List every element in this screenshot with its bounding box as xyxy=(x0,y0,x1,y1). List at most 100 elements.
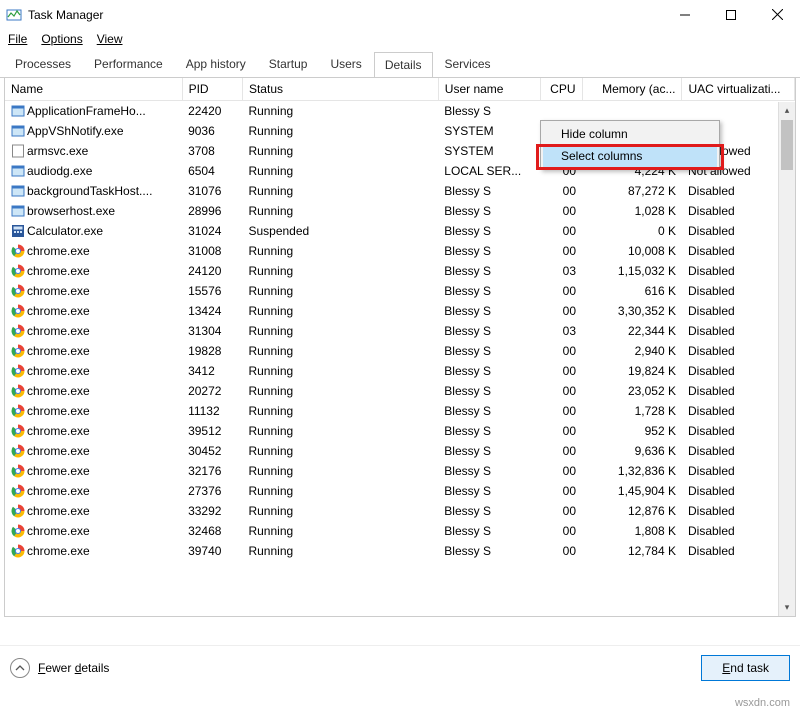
cell-status: Running xyxy=(242,461,438,481)
table-row[interactable]: chrome.exe39740RunningBlessy S0012,784 K… xyxy=(5,541,795,561)
cell-memory: 19,824 K xyxy=(582,361,682,381)
scroll-thumb[interactable] xyxy=(781,120,793,170)
cell-pid: 22420 xyxy=(182,101,242,122)
scroll-up-button[interactable]: ▴ xyxy=(779,102,795,119)
cell-memory: 952 K xyxy=(582,421,682,441)
process-name: armsvc.exe xyxy=(27,144,88,158)
process-icon xyxy=(11,144,25,158)
process-name: chrome.exe xyxy=(27,384,90,398)
cell-cpu: 03 xyxy=(540,261,582,281)
table-row[interactable]: chrome.exe3412RunningBlessy S0019,824 KD… xyxy=(5,361,795,381)
cell-memory: 1,45,904 K xyxy=(582,481,682,501)
tab-startup[interactable]: Startup xyxy=(258,51,319,77)
cell-pid: 11132 xyxy=(182,401,242,421)
menu-view[interactable]: View xyxy=(97,32,123,46)
cell-pid: 32176 xyxy=(182,461,242,481)
table-row[interactable]: backgroundTaskHost....31076RunningBlessy… xyxy=(5,181,795,201)
table-row[interactable]: chrome.exe39512RunningBlessy S00952 KDis… xyxy=(5,421,795,441)
table-row[interactable]: chrome.exe30452RunningBlessy S009,636 KD… xyxy=(5,441,795,461)
process-name: chrome.exe xyxy=(27,524,90,538)
table-row[interactable]: chrome.exe31304RunningBlessy S0322,344 K… xyxy=(5,321,795,341)
cell-cpu: 00 xyxy=(540,501,582,521)
process-icon xyxy=(11,244,25,258)
process-icon xyxy=(11,464,25,478)
cell-memory: 12,784 K xyxy=(582,541,682,561)
cell-user: LOCAL SER... xyxy=(438,161,540,181)
column-header-name[interactable]: Name xyxy=(5,78,182,101)
context-item-select-columns[interactable]: Select columns xyxy=(543,145,717,167)
column-header-cpu[interactable]: CPU xyxy=(540,78,582,101)
process-name: chrome.exe xyxy=(27,544,90,558)
cell-pid: 6504 xyxy=(182,161,242,181)
fewer-details-toggle[interactable]: Fewer details xyxy=(10,658,109,678)
column-context-menu: Hide column Select columns xyxy=(540,120,720,170)
cell-memory: 22,344 K xyxy=(582,321,682,341)
menu-options[interactable]: Options xyxy=(41,32,82,46)
table-row[interactable]: ApplicationFrameHo...22420RunningBlessy … xyxy=(5,101,795,122)
vertical-scrollbar[interactable]: ▴ ▾ xyxy=(778,102,795,616)
table-row[interactable]: chrome.exe27376RunningBlessy S001,45,904… xyxy=(5,481,795,501)
table-row[interactable]: chrome.exe15576RunningBlessy S00616 KDis… xyxy=(5,281,795,301)
column-header-username[interactable]: User name xyxy=(438,78,540,101)
column-header-pid[interactable]: PID xyxy=(182,78,242,101)
tab-users[interactable]: Users xyxy=(319,51,372,77)
context-item-hide-column[interactable]: Hide column xyxy=(543,123,717,145)
process-icon xyxy=(11,364,25,378)
tab-performance[interactable]: Performance xyxy=(83,51,174,77)
table-row[interactable]: browserhost.exe28996RunningBlessy S001,0… xyxy=(5,201,795,221)
table-row[interactable]: chrome.exe33292RunningBlessy S0012,876 K… xyxy=(5,501,795,521)
column-header-row: Name PID Status User name CPU Memory (ac… xyxy=(5,78,795,101)
cell-user: Blessy S xyxy=(438,241,540,261)
cell-cpu: 00 xyxy=(540,541,582,561)
cell-pid: 30452 xyxy=(182,441,242,461)
column-header-status[interactable]: Status xyxy=(242,78,438,101)
table-row[interactable]: chrome.exe13424RunningBlessy S003,30,352… xyxy=(5,301,795,321)
cell-user: Blessy S xyxy=(438,101,540,122)
cell-pid: 9036 xyxy=(182,121,242,141)
cell-status: Running xyxy=(242,321,438,341)
cell-pid: 3412 xyxy=(182,361,242,381)
maximize-button[interactable] xyxy=(708,0,754,30)
scroll-down-button[interactable]: ▾ xyxy=(779,599,795,616)
process-icon xyxy=(11,424,25,438)
column-header-memory[interactable]: Memory (ac... xyxy=(582,78,682,101)
table-row[interactable]: chrome.exe24120RunningBlessy S031,15,032… xyxy=(5,261,795,281)
cell-pid: 39740 xyxy=(182,541,242,561)
column-header-uac[interactable]: UAC virtualizati... xyxy=(682,78,795,101)
cell-cpu xyxy=(540,101,582,122)
cell-cpu: 00 xyxy=(540,401,582,421)
cell-status: Running xyxy=(242,481,438,501)
cell-pid: 27376 xyxy=(182,481,242,501)
cell-cpu: 00 xyxy=(540,521,582,541)
end-task-button[interactable]: End task xyxy=(701,655,790,681)
cell-memory: 1,15,032 K xyxy=(582,261,682,281)
cell-cpu: 00 xyxy=(540,181,582,201)
table-row[interactable]: chrome.exe32468RunningBlessy S001,808 KD… xyxy=(5,521,795,541)
tab-details[interactable]: Details xyxy=(374,52,433,78)
process-name: chrome.exe xyxy=(27,344,90,358)
cell-user: Blessy S xyxy=(438,401,540,421)
table-row[interactable]: chrome.exe19828RunningBlessy S002,940 KD… xyxy=(5,341,795,361)
cell-pid: 31024 xyxy=(182,221,242,241)
table-row[interactable]: chrome.exe11132RunningBlessy S001,728 KD… xyxy=(5,401,795,421)
table-row[interactable]: chrome.exe20272RunningBlessy S0023,052 K… xyxy=(5,381,795,401)
cell-cpu: 00 xyxy=(540,241,582,261)
cell-user: Blessy S xyxy=(438,321,540,341)
cell-pid: 19828 xyxy=(182,341,242,361)
table-row[interactable]: Calculator.exe31024SuspendedBlessy S000 … xyxy=(5,221,795,241)
process-name: backgroundTaskHost.... xyxy=(27,184,152,198)
tab-services[interactable]: Services xyxy=(434,51,502,77)
process-name: chrome.exe xyxy=(27,364,90,378)
cell-user: Blessy S xyxy=(438,521,540,541)
cell-user: Blessy S xyxy=(438,481,540,501)
close-button[interactable] xyxy=(754,0,800,30)
cell-pid: 20272 xyxy=(182,381,242,401)
table-row[interactable]: chrome.exe31008RunningBlessy S0010,008 K… xyxy=(5,241,795,261)
menu-file[interactable]: File xyxy=(8,32,27,46)
process-name: chrome.exe xyxy=(27,484,90,498)
table-row[interactable]: chrome.exe32176RunningBlessy S001,32,836… xyxy=(5,461,795,481)
process-icon xyxy=(11,324,25,338)
tab-processes[interactable]: Processes xyxy=(4,51,82,77)
minimize-button[interactable] xyxy=(662,0,708,30)
tab-app-history[interactable]: App history xyxy=(175,51,257,77)
